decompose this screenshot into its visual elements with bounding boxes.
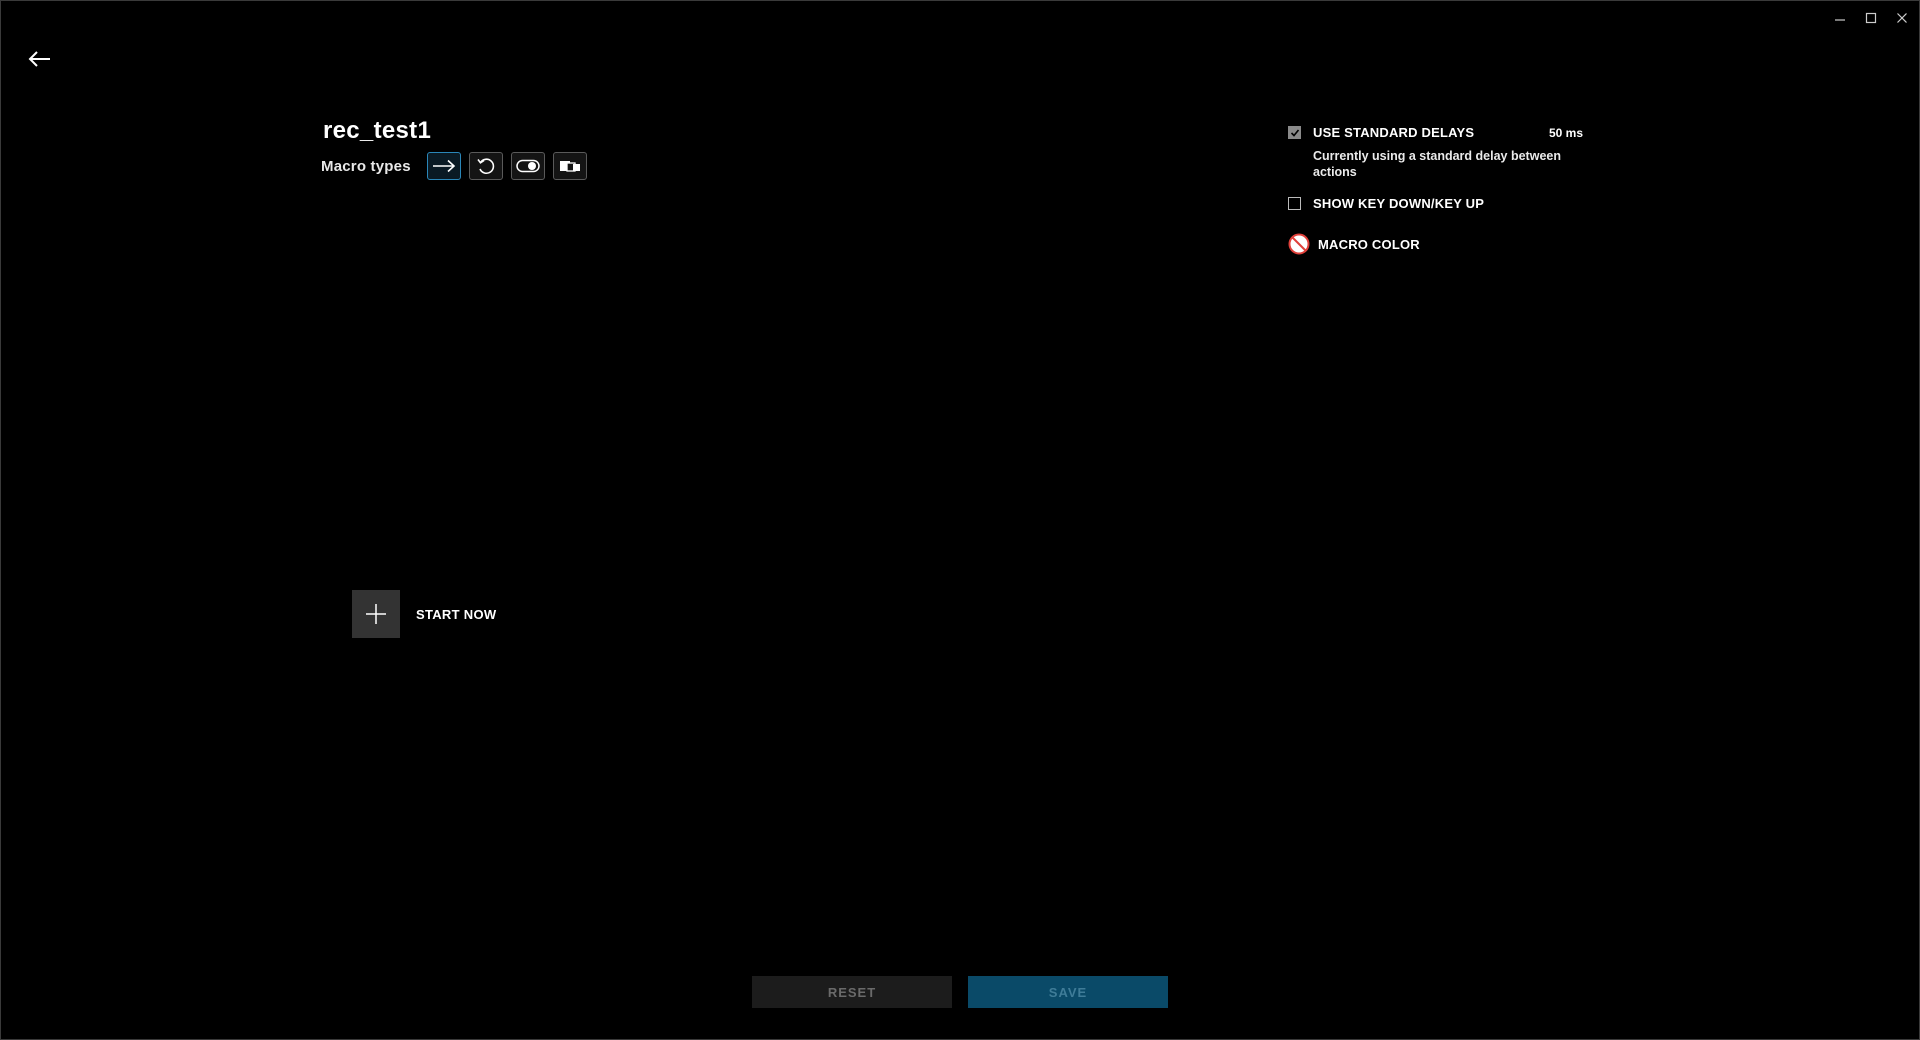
- sequence-icon: [559, 161, 580, 172]
- key-down-up-option: SHOW KEY DOWN/KEY UP: [1288, 196, 1588, 211]
- macro-color-label: MACRO COLOR: [1318, 236, 1420, 252]
- macro-type-sequence-button[interactable]: [552, 152, 587, 180]
- reset-button[interactable]: RESET: [752, 976, 952, 1008]
- repeat-icon: [477, 158, 494, 174]
- footer-buttons: RESET SAVE: [752, 976, 1168, 1008]
- macro-types: Macro types: [321, 152, 595, 180]
- standard-delays-checkbox[interactable]: [1288, 126, 1301, 139]
- standard-delays-description: Currently using a standard delay between…: [1313, 149, 1561, 179]
- close-icon[interactable]: [1886, 3, 1917, 33]
- delay-value[interactable]: 50 ms: [1549, 126, 1583, 140]
- no-color-icon[interactable]: [1288, 233, 1310, 255]
- macro-type-repeat-button[interactable]: [468, 152, 503, 180]
- options-panel: USE STANDARD DELAYS 50 ms Currently usin…: [1288, 125, 1588, 255]
- check-icon: [1290, 128, 1299, 137]
- start-now-label: START NOW: [416, 606, 497, 622]
- window-controls: [1824, 3, 1917, 33]
- start-now-button[interactable]: START NOW: [352, 590, 496, 638]
- plus-icon: [352, 590, 400, 638]
- app-window: rec_test1 Macro types USE STANDARD DELAY…: [0, 0, 1920, 1040]
- minimize-icon[interactable]: [1824, 3, 1855, 33]
- macro-type-toggle-button[interactable]: [510, 152, 545, 180]
- maximize-icon[interactable]: [1855, 3, 1886, 33]
- key-down-up-label: SHOW KEY DOWN/KEY UP: [1313, 196, 1485, 211]
- back-button[interactable]: [25, 47, 55, 71]
- macro-title: rec_test1: [323, 117, 432, 144]
- arrow-left-icon: [28, 51, 50, 67]
- macro-types-label: Macro types: [321, 157, 411, 175]
- macro-color-option: MACRO COLOR: [1288, 233, 1588, 255]
- arrow-right-icon: [432, 159, 455, 173]
- key-down-up-checkbox[interactable]: [1288, 197, 1301, 210]
- standard-delays-option: USE STANDARD DELAYS 50 ms: [1288, 125, 1588, 140]
- save-button[interactable]: SAVE: [968, 976, 1168, 1008]
- macro-type-no-repeat-button[interactable]: [426, 152, 461, 180]
- standard-delays-label: USE STANDARD DELAYS: [1313, 125, 1475, 140]
- toggle-icon: [515, 159, 540, 173]
